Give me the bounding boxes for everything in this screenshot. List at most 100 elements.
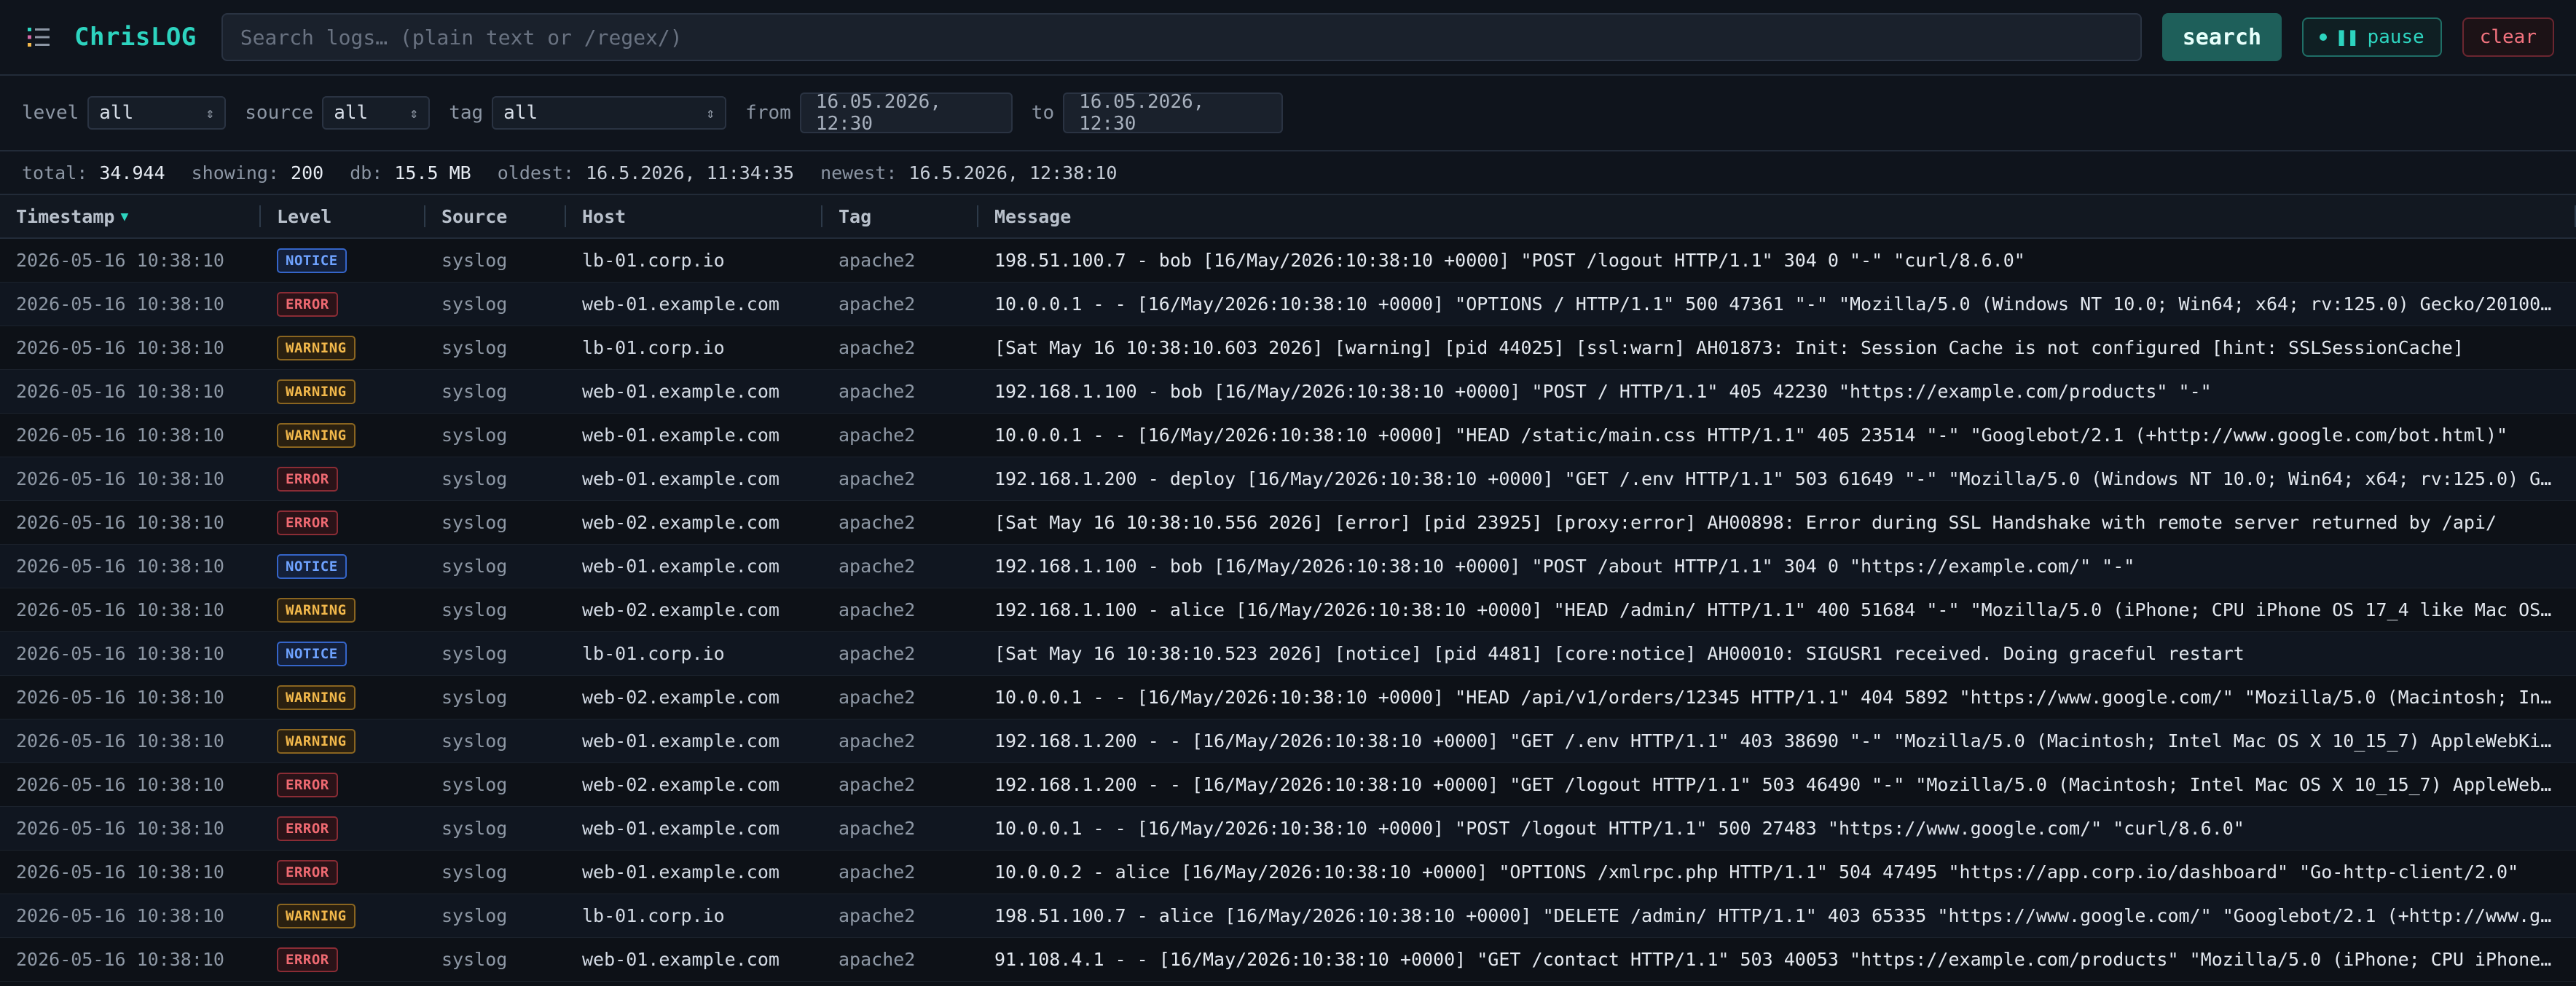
source-cell: syslog bbox=[441, 293, 508, 315]
level-cell: WARNING bbox=[261, 685, 425, 710]
timestamp-cell: 2026-05-16 10:38:10 bbox=[16, 250, 224, 271]
table-row[interactable]: 2026-05-16 10:38:10 WARNING syslog web-02.e… bbox=[0, 588, 2576, 632]
host-cell: web-01.example.com bbox=[582, 425, 780, 446]
source-cell: syslog bbox=[441, 425, 508, 446]
source-cell: syslog bbox=[441, 556, 508, 577]
timestamp-cell: 2026-05-16 10:38:10 bbox=[16, 861, 224, 883]
list-menu-icon[interactable] bbox=[26, 23, 54, 51]
level-badge: NOTICE bbox=[277, 641, 347, 666]
from-datetime-input[interactable]: 16.05.2026, 12:30 bbox=[799, 91, 1013, 135]
host-cell: web-01.example.com bbox=[582, 293, 780, 315]
tag-cell: apache2 bbox=[839, 730, 916, 752]
tag-cell: apache2 bbox=[839, 643, 916, 664]
timestamp-cell: 2026-05-16 10:38:10 bbox=[16, 905, 224, 926]
source-cell: syslog bbox=[441, 861, 508, 883]
level-cell: ERROR bbox=[261, 772, 425, 797]
message-cell: 192.168.1.200 - - [16/May/2026:10:38:10 … bbox=[994, 774, 2576, 795]
level-cell: WARNING bbox=[261, 903, 425, 928]
to-datetime-input[interactable]: 16.05.2026, 12:30 bbox=[1063, 91, 1284, 135]
clear-button[interactable]: clear bbox=[2462, 17, 2554, 57]
db-size-value: 15.5 MB bbox=[394, 162, 471, 184]
timestamp-cell: 2026-05-16 10:38:10 bbox=[16, 468, 224, 489]
level-badge: NOTICE bbox=[277, 248, 347, 273]
table-row[interactable]: 2026-05-16 10:38:10 WARNING syslog web-01.e… bbox=[0, 414, 2576, 457]
column-header-level[interactable]: Level bbox=[261, 195, 425, 237]
host-cell: web-01.example.com bbox=[582, 468, 780, 489]
top-bar: ChrisLOG search ❚❚ pause clear bbox=[0, 0, 2576, 76]
host-cell: lb-01.corp.io bbox=[582, 250, 725, 271]
level-cell: WARNING bbox=[261, 422, 425, 448]
oldest-label: oldest: bbox=[497, 162, 575, 184]
message-cell: 192.168.1.100 - bob [16/May/2026:10:38:1… bbox=[994, 556, 2135, 577]
host-cell: lb-01.corp.io bbox=[582, 337, 725, 358]
table-row[interactable]: 2026-05-16 10:38:10 WARNING syslog lb-01.co… bbox=[0, 326, 2576, 370]
level-badge: WARNING bbox=[277, 685, 356, 710]
tag-select[interactable]: all ⇕ bbox=[492, 96, 727, 130]
table-row[interactable]: 2026-05-16 10:38:10 ERROR syslog web-01.exa… bbox=[0, 851, 2576, 894]
table-row[interactable]: 2026-05-16 10:38:10 WARNING syslog lb-01.co… bbox=[0, 894, 2576, 938]
host-cell: web-01.example.com bbox=[582, 949, 780, 970]
timestamp-cell: 2026-05-16 10:38:10 bbox=[16, 337, 224, 358]
table-row[interactable]: 2026-05-16 10:38:10 ERROR syslog web-02.exa… bbox=[0, 501, 2576, 545]
source-cell: syslog bbox=[441, 337, 508, 358]
table-row[interactable]: 2026-05-16 10:38:10 ERROR syslog web-02.exa… bbox=[0, 763, 2576, 807]
column-label: Host bbox=[582, 205, 627, 227]
level-badge: ERROR bbox=[277, 510, 338, 535]
showing-label: showing: bbox=[191, 162, 280, 184]
table-row[interactable]: 2026-05-16 10:38:10 NOTICE syslog web-01.ex… bbox=[0, 545, 2576, 588]
table-row[interactable]: 2026-05-16 10:38:10 WARNING syslog web-01.e… bbox=[0, 370, 2576, 414]
tag-cell: apache2 bbox=[839, 774, 916, 795]
level-badge: WARNING bbox=[277, 597, 356, 623]
level-badge: ERROR bbox=[277, 466, 338, 492]
column-header-message[interactable]: Message bbox=[978, 195, 2576, 237]
table-row[interactable]: 2026-05-16 10:38:10 ERROR syslog web-01.exa… bbox=[0, 807, 2576, 851]
host-cell: lb-01.corp.io bbox=[582, 643, 725, 664]
table-row[interactable]: 2026-05-16 10:38:10 WARNING syslog web-01.e… bbox=[0, 719, 2576, 763]
pause-label: pause bbox=[2367, 26, 2424, 48]
tag-cell: apache2 bbox=[839, 250, 916, 271]
search-button[interactable]: search bbox=[2161, 13, 2282, 61]
column-header-timestamp[interactable]: Timestamp ▼ bbox=[0, 195, 261, 237]
table-row[interactable]: 2026-05-16 10:38:10 NOTICE syslog lb-01.cor… bbox=[0, 239, 2576, 283]
column-header-source[interactable]: Source bbox=[425, 195, 566, 237]
column-header-host[interactable]: Host bbox=[566, 195, 822, 237]
source-cell: syslog bbox=[441, 468, 508, 489]
tag-cell: apache2 bbox=[839, 293, 916, 315]
timestamp-cell: 2026-05-16 10:38:10 bbox=[16, 687, 224, 708]
table-row[interactable]: 2026-05-16 10:38:10 ERROR syslog web-01.exa… bbox=[0, 938, 2576, 982]
level-cell: NOTICE bbox=[261, 553, 425, 579]
table-row[interactable]: 2026-05-16 10:38:10 WARNING syslog web-02.e… bbox=[0, 676, 2576, 719]
host-cell: web-02.example.com bbox=[582, 687, 780, 708]
level-badge: ERROR bbox=[277, 291, 338, 317]
source-cell: syslog bbox=[441, 687, 508, 708]
from-filter-label: from bbox=[745, 102, 791, 124]
level-badge: WARNING bbox=[277, 335, 356, 360]
level-badge: WARNING bbox=[277, 903, 356, 928]
newest-value: 16.5.2026, 12:38:10 bbox=[908, 162, 1118, 184]
source-cell: syslog bbox=[441, 599, 508, 620]
host-cell: web-01.example.com bbox=[582, 818, 780, 839]
tag-cell: apache2 bbox=[839, 949, 916, 970]
column-label: Message bbox=[994, 205, 1072, 227]
table-row[interactable]: 2026-05-16 10:38:10 NOTICE syslog lb-01.cor… bbox=[0, 632, 2576, 676]
message-cell: [Sat May 16 10:38:10.556 2026] [error] [… bbox=[994, 512, 2497, 533]
chevron-updown-icon: ⇕ bbox=[706, 104, 715, 122]
pause-button[interactable]: ❚❚ pause bbox=[2302, 17, 2442, 57]
total-label: total: bbox=[22, 162, 88, 184]
table-row[interactable]: 2026-05-16 10:38:10 ERROR syslog web-01.exa… bbox=[0, 457, 2576, 501]
log-table-header: Timestamp ▼ Level Source Host Tag Messag… bbox=[0, 195, 2576, 239]
tag-cell: apache2 bbox=[839, 861, 916, 883]
search-input[interactable] bbox=[221, 13, 2142, 61]
source-select[interactable]: all ⇕ bbox=[322, 96, 431, 130]
newest-label: newest: bbox=[820, 162, 898, 184]
timestamp-cell: 2026-05-16 10:38:10 bbox=[16, 643, 224, 664]
message-cell: 192.168.1.100 - bob [16/May/2026:10:38:1… bbox=[994, 381, 2212, 402]
table-row[interactable]: 2026-05-16 10:38:10 ERROR syslog web-01.exa… bbox=[0, 283, 2576, 326]
column-header-tag[interactable]: Tag bbox=[822, 195, 978, 237]
level-badge: ERROR bbox=[277, 772, 338, 797]
source-select-value: all bbox=[334, 102, 369, 124]
host-cell: web-02.example.com bbox=[582, 599, 780, 620]
source-cell: syslog bbox=[441, 905, 508, 926]
level-select[interactable]: all ⇕ bbox=[87, 96, 227, 130]
level-cell: ERROR bbox=[261, 291, 425, 317]
